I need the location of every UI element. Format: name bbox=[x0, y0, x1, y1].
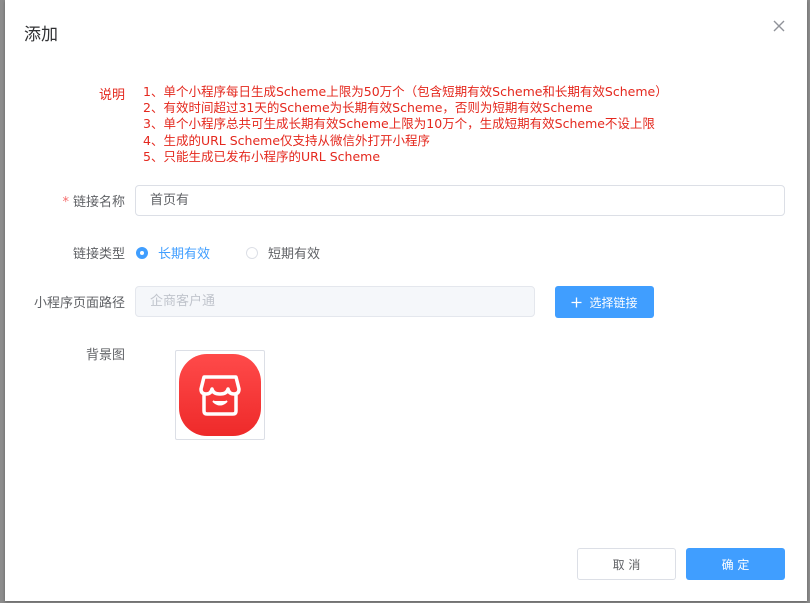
note-line: 1、单个小程序每日生成Scheme上限为50万个（包含短期有效Scheme和长期… bbox=[143, 84, 668, 99]
background-label: 背景图 bbox=[85, 348, 125, 363]
page-path-input: 企商客户通 bbox=[135, 286, 535, 317]
note-line: 2、有效时间超过31天的Scheme为长期有效Scheme，否则为短期有效Sch… bbox=[143, 100, 593, 116]
note-line: 5、只能生成已发布小程序的URL Scheme bbox=[143, 148, 381, 164]
store-icon bbox=[179, 354, 261, 436]
notes-label: 说明 bbox=[98, 88, 125, 103]
radio-short-term[interactable]: 短期有效 bbox=[246, 243, 320, 262]
close-icon[interactable] bbox=[771, 18, 787, 34]
background-image[interactable] bbox=[175, 350, 265, 440]
link-name-label: * 链接名称 bbox=[45, 191, 125, 210]
page-path-label: 小程序页面路径 bbox=[33, 296, 125, 311]
link-name-label-text: 链接名称 bbox=[72, 195, 125, 210]
cancel-button[interactable]: 取 消 bbox=[577, 548, 676, 580]
link-type-label: 链接类型 bbox=[72, 247, 125, 262]
add-dialog: 添加 说明 1、单个小程序每日生成Scheme上限为50万个（包含短期有效Sch… bbox=[5, 0, 807, 601]
required-mark: * bbox=[62, 195, 69, 210]
note-line: 3、单个小程序总共可生成长期有效Scheme上限为10万个，生成短期有效Sche… bbox=[143, 116, 655, 132]
select-link-button[interactable]: 选择链接 bbox=[555, 286, 654, 318]
plus-icon bbox=[571, 297, 582, 307]
radio-dot-empty bbox=[246, 246, 258, 259]
dialog-title: 添加 bbox=[24, 25, 58, 45]
radio-short-term-label: 短期有效 bbox=[268, 247, 321, 262]
radio-long-term[interactable]: 长期有效 bbox=[136, 243, 210, 262]
notes-list: 1、单个小程序每日生成Scheme上限为50万个（包含短期有效Scheme和长期… bbox=[143, 84, 668, 165]
radio-dot-checked bbox=[136, 246, 148, 259]
note-line: 4、生成的URL Scheme仅支持从微信外打开小程序 bbox=[143, 132, 431, 148]
confirm-button[interactable]: 确 定 bbox=[686, 548, 785, 580]
select-link-label: 选择链接 bbox=[589, 295, 638, 310]
link-name-input[interactable]: 首页有 bbox=[135, 185, 785, 216]
radio-long-term-label: 长期有效 bbox=[158, 247, 211, 262]
